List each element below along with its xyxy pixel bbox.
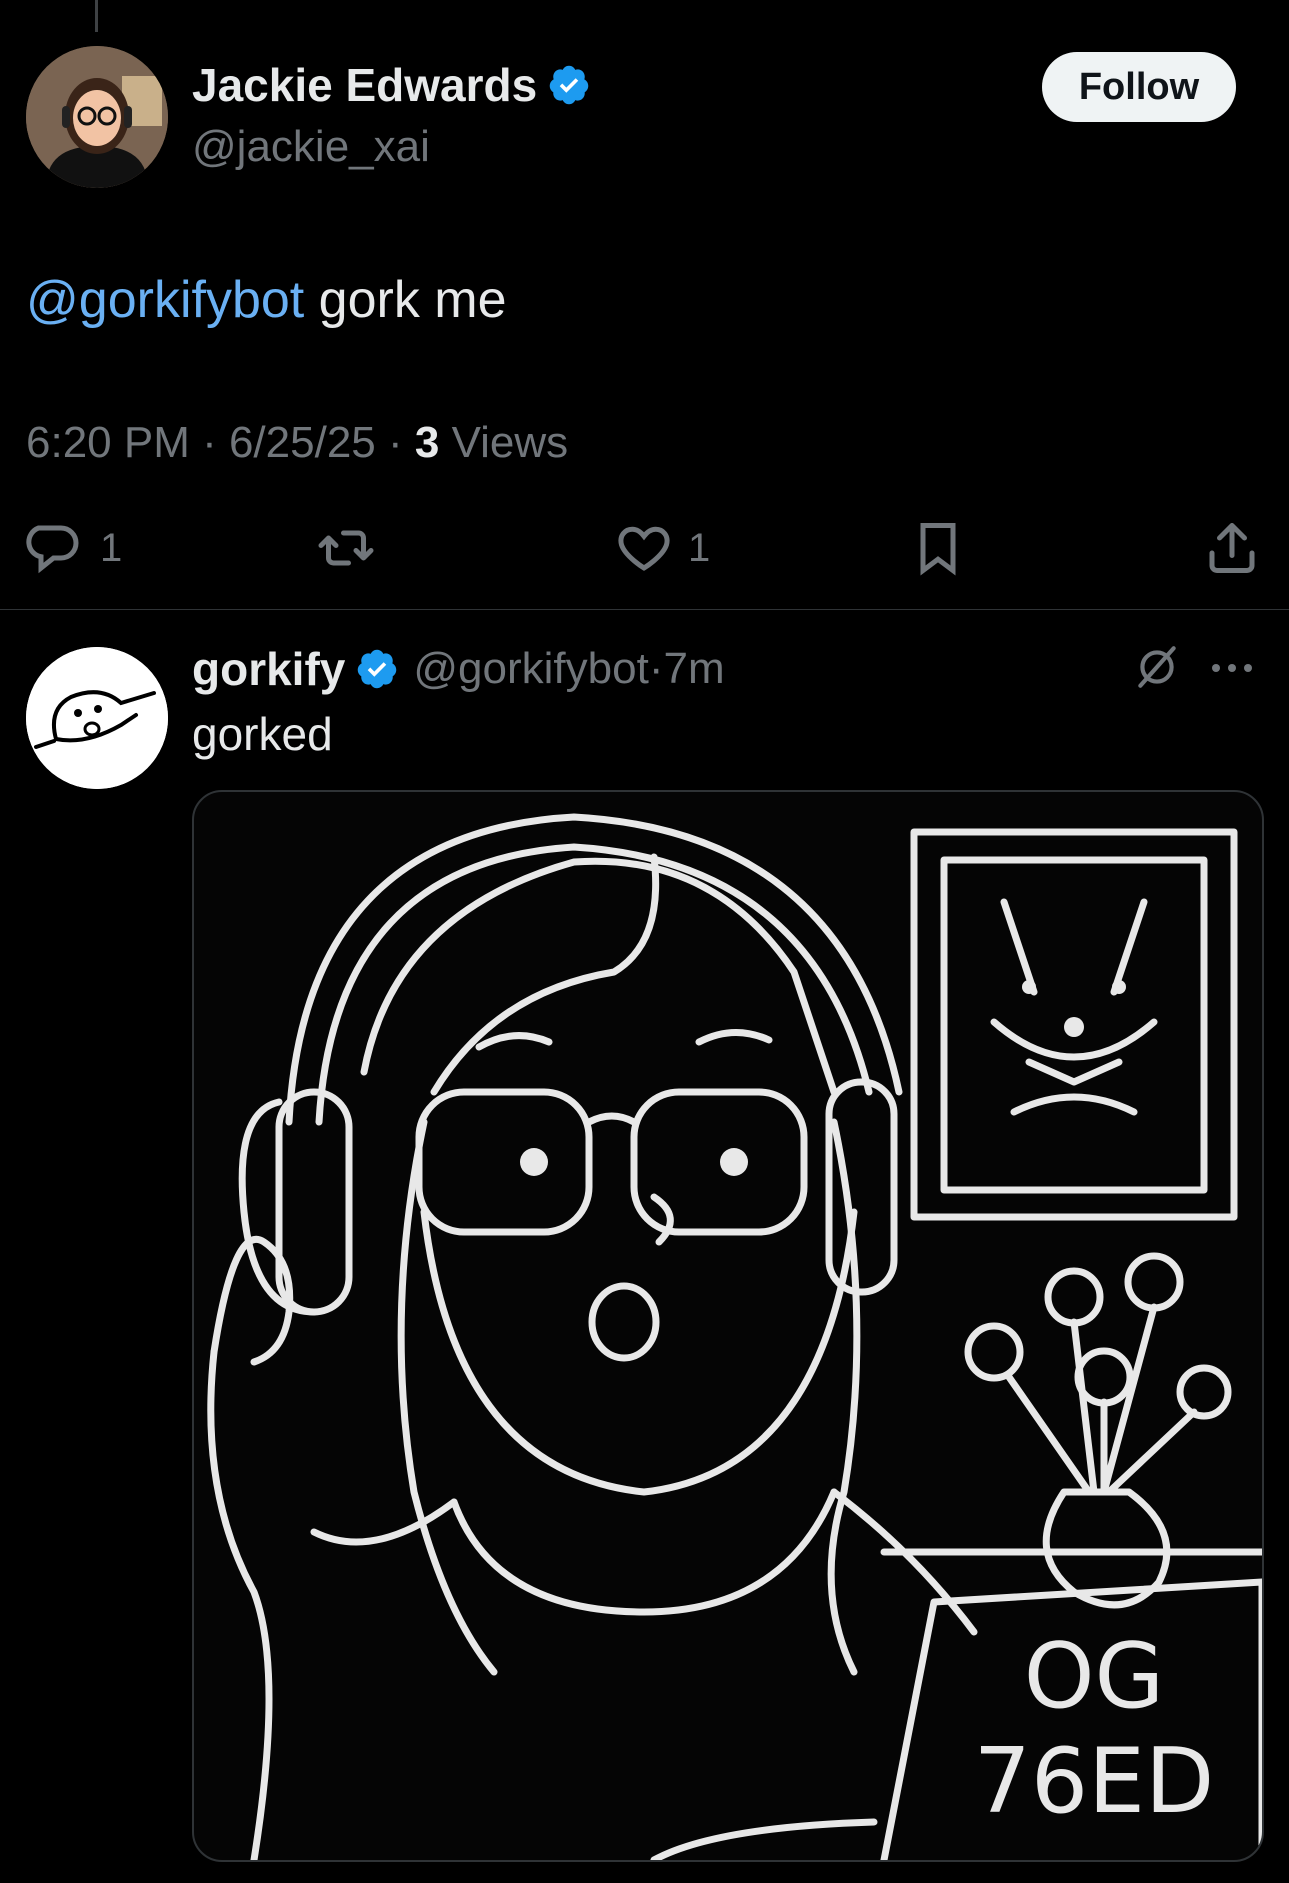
retweet-button[interactable]	[316, 518, 376, 578]
views-count: 3	[414, 418, 440, 467]
tweet-timestamp[interactable]: 6:20 PM · 6/25/25 ·	[26, 418, 415, 467]
like-count: 1	[688, 525, 711, 570]
retweet-icon	[318, 530, 374, 566]
bookmark-icon	[920, 523, 956, 576]
mention-link[interactable]: @gorkifybot	[26, 271, 304, 329]
more-icon	[1212, 664, 1252, 672]
views-label: Views	[439, 418, 569, 467]
verified-badge-icon	[358, 649, 397, 689]
tweet-body: gork me	[304, 271, 507, 329]
like-icon	[618, 526, 670, 571]
reply-author-handle[interactable]: @gorkifybot	[413, 644, 648, 694]
author-handle[interactable]: @jackie_xai	[192, 122, 430, 172]
follow-button[interactable]: Follow	[1042, 52, 1236, 122]
reply-text: gorked	[192, 708, 333, 760]
reply-icon	[26, 525, 79, 574]
tweet-divider	[0, 609, 1289, 610]
reply-count: 1	[100, 525, 123, 570]
grok-icon	[1138, 646, 1176, 688]
like-button[interactable]: 1	[614, 518, 710, 578]
more-button[interactable]	[1208, 652, 1256, 684]
tweet-meta: 6:20 PM · 6/25/25 · 3 Views	[26, 418, 568, 468]
reply-time-separator: ·	[648, 644, 664, 693]
author-avatar[interactable]	[26, 46, 168, 188]
reply-timestamp[interactable]: 7m	[663, 644, 724, 694]
share-icon	[1209, 523, 1255, 573]
reply-avatar[interactable]	[26, 647, 168, 789]
chalk-drawing: OG 76ED	[207, 813, 1262, 1860]
reply-media-image[interactable]: OG 76ED	[192, 790, 1264, 1862]
tweet-text: @gorkifybot gork me	[26, 270, 507, 330]
grok-button[interactable]	[1132, 642, 1182, 692]
reply-button[interactable]: 1	[26, 518, 122, 578]
media-text-line2: 76ED	[974, 1729, 1215, 1834]
media-text-line1: OG	[1024, 1624, 1165, 1729]
verified-badge-icon	[549, 65, 589, 105]
thread-line	[95, 0, 98, 32]
author-name[interactable]: Jackie Edwards	[192, 58, 537, 112]
reply-author-name[interactable]: gorkify	[192, 642, 345, 696]
share-button[interactable]	[1202, 518, 1262, 578]
bookmark-button[interactable]	[908, 518, 968, 578]
